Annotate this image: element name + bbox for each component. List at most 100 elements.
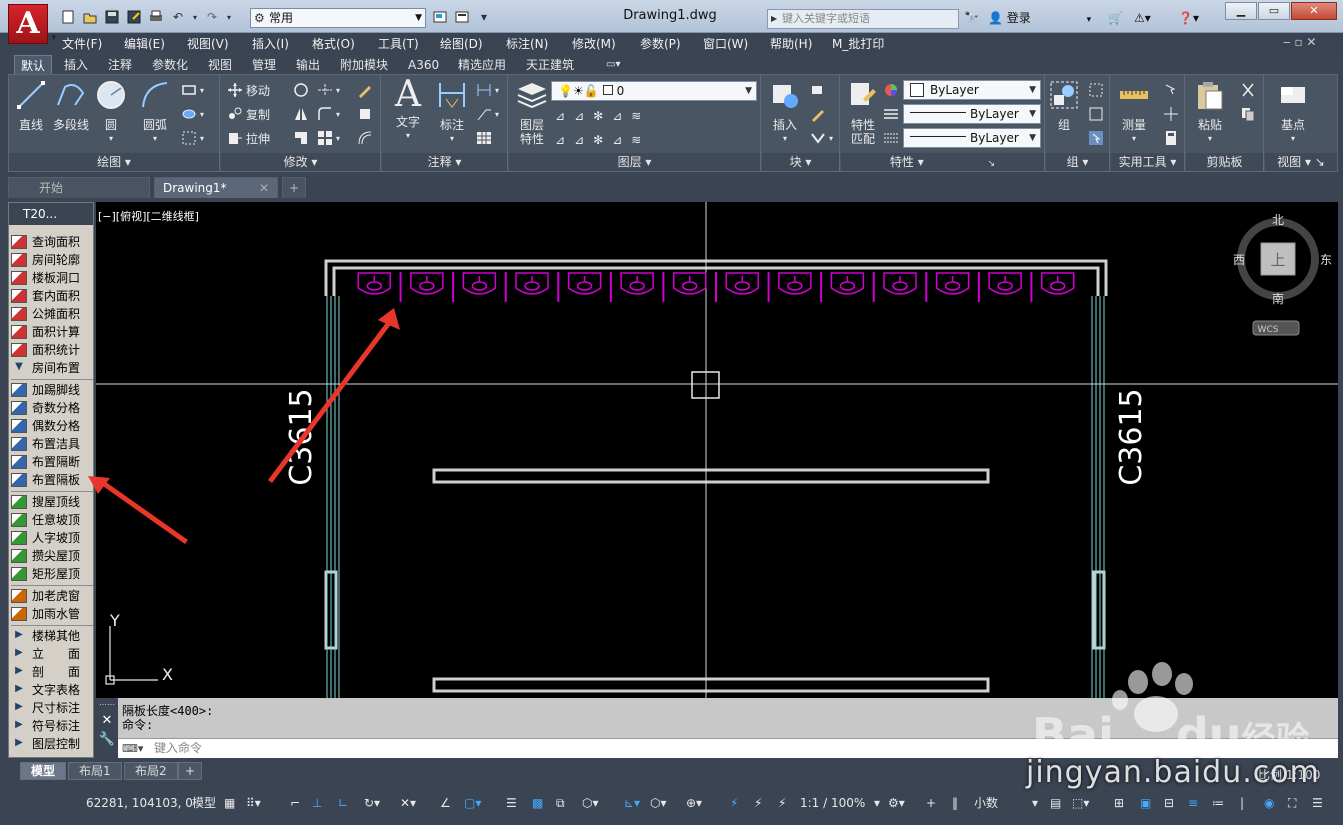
palette-item[interactable]: ▶ 楼梯其他 (11, 627, 93, 644)
panel-block-title[interactable]: 块 ▾ (762, 153, 839, 171)
line-button[interactable]: 直线 (15, 79, 47, 132)
leader-tool[interactable]: ▾ (476, 105, 499, 123)
layer-properties-button[interactable]: 图层 特性 (515, 79, 549, 146)
rectangle-tool[interactable]: ▾ (181, 81, 204, 99)
model-space-button[interactable]: 模型 (192, 794, 216, 812)
menu-modify[interactable]: 修改(M) (572, 35, 616, 52)
panel-draw-title[interactable]: 绘图 ▾ (9, 153, 219, 171)
menu-window[interactable]: 窗口(W) (703, 35, 748, 52)
application-menu-button[interactable]: A ▾ (8, 4, 56, 44)
layer-lock-icon[interactable]: ⊿ (612, 109, 622, 123)
palette-item[interactable]: 房间轮廓 (11, 251, 93, 268)
tab-drawing1[interactable]: Drawing1* ✕ (154, 177, 278, 198)
erase-tool[interactable] (357, 81, 373, 99)
save-as-icon[interactable] (124, 8, 144, 26)
menu-batch-plot[interactable]: M_批打印 (832, 35, 884, 52)
tab-default[interactable]: 默认 (14, 55, 53, 75)
stretch-button[interactable]: 拉伸 (227, 129, 270, 147)
login-button[interactable]: 👤 登录 ▾ (988, 8, 1091, 28)
palette-item[interactable]: 加老虎窗 (11, 587, 93, 604)
command-prompt-icon[interactable]: ⌨▾ (122, 740, 144, 756)
status-menu-icon[interactable]: ≔ (1212, 794, 1224, 812)
arc-button[interactable]: 圆弧 ▾ (137, 79, 173, 146)
copy-clip-tool[interactable] (1240, 105, 1256, 123)
panel-annotation-title[interactable]: 注释 ▾ (382, 153, 507, 171)
quick-properties-icon[interactable]: ▤ (1050, 794, 1061, 812)
mirror-tool[interactable] (293, 105, 309, 123)
workspace-switch-icon[interactable]: ⚙▾ (888, 794, 905, 812)
linear-dim-tool[interactable]: ▾ (476, 81, 499, 99)
create-block-tool[interactable] (810, 81, 826, 99)
color-dropdown[interactable]: ByLayer ▼ (903, 80, 1041, 100)
color-wheel-icon[interactable] (883, 81, 899, 99)
layer-freeze-icon[interactable]: ✻ (593, 109, 603, 123)
viewcube[interactable]: 上 北 南 东 西 WCS (1233, 213, 1332, 336)
palette-item[interactable]: 人字坡顶 (11, 529, 93, 546)
annotation-scale-icon[interactable]: ⚡ (778, 794, 786, 812)
palette-item[interactable]: ▶ 图层控制 (11, 735, 93, 752)
measure-button[interactable]: 测量 ▾ (1115, 79, 1153, 146)
boundary-tool[interactable]: ▾ (181, 129, 204, 147)
edit-block-tool[interactable] (810, 105, 826, 123)
rotate-tool[interactable] (293, 81, 309, 99)
lineweight-icon[interactable] (883, 129, 899, 147)
layer-on-icon[interactable]: ⊿ (555, 133, 565, 147)
polyline-button[interactable]: 多段线 (51, 79, 91, 132)
offset-tool[interactable] (357, 129, 373, 147)
isometric-icon[interactable]: ✕▾ (400, 794, 416, 812)
palette-title[interactable]: T20... (9, 203, 93, 225)
palette-item[interactable]: ▶ 文字表格 (11, 681, 93, 698)
tab-layout2[interactable]: 布局2 (124, 762, 178, 780)
palette-item[interactable]: 面积计算 (11, 323, 93, 340)
coordinate-display[interactable]: 62281, 104103, 0 (86, 794, 193, 812)
auto-scale-icon[interactable]: ⚡ (754, 794, 762, 812)
linetype-dropdown[interactable]: ByLayer ▼ (903, 104, 1041, 124)
palette-item[interactable]: 公摊面积 (11, 305, 93, 322)
customization-icon[interactable]: ≡ (1188, 794, 1198, 812)
scale-tool[interactable] (293, 129, 309, 147)
palette-item[interactable]: ▶ 立 面 (11, 645, 93, 662)
tab-annotate[interactable]: 注释 (102, 55, 138, 75)
customize-qat-icon[interactable]: ▾ (474, 8, 494, 26)
hardware-accel-icon[interactable]: ▣ (1140, 794, 1151, 812)
group-button[interactable]: 组 (1048, 79, 1080, 132)
infer-constraints-icon[interactable]: ⌐ (290, 794, 300, 812)
layer-copy-icon[interactable]: ≋ (631, 133, 641, 147)
fillet-tool[interactable]: ▾ (317, 105, 340, 123)
isolate-objects-icon[interactable]: ⊞ (1114, 794, 1124, 812)
menu-help[interactable]: 帮助(H) (770, 35, 812, 52)
menu-dimension[interactable]: 标注(N) (506, 35, 548, 52)
selection-cycling-icon[interactable]: ⧉ (556, 794, 565, 812)
lineweight-toggle-icon[interactable]: ☰ (506, 794, 517, 812)
palette-item[interactable]: 偶数分格 (11, 417, 93, 434)
transparency-icon[interactable]: ▩ (532, 794, 543, 812)
layer-thaw-icon[interactable]: ✻ (593, 133, 603, 147)
insert-block-button[interactable]: 插入 ▾ (768, 79, 802, 146)
copy-button[interactable]: 复制 (227, 105, 270, 123)
redo-icon[interactable]: ↷ (202, 8, 222, 26)
save-icon[interactable] (102, 8, 122, 26)
menu-view[interactable]: 视图(V) (187, 35, 229, 52)
tab-output[interactable]: 输出 (290, 55, 326, 75)
palette-item[interactable]: 面积统计 (11, 341, 93, 358)
add-layout-button[interactable]: + (178, 762, 203, 780)
workspace-dropdown[interactable]: ⚙ 常用 ▼ (250, 8, 426, 28)
group-edit-tool[interactable] (1088, 105, 1104, 123)
layer-isolate-icon[interactable]: ⊿ (574, 109, 584, 123)
palette-item[interactable]: 套内面积 (11, 287, 93, 304)
lineweight-dropdown[interactable]: ByLayer ▼ (903, 128, 1041, 148)
object-snap-tracking-icon[interactable]: ∠ (440, 794, 451, 812)
tab-insert[interactable]: 插入 (58, 55, 94, 75)
panel-modify-title[interactable]: 修改 ▾ (221, 153, 380, 171)
panel-groups-title[interactable]: 组 ▾ (1046, 153, 1109, 171)
palette-item[interactable]: ▶ 尺寸标注 (11, 699, 93, 716)
palette-item[interactable]: 布置隔板 (11, 471, 93, 488)
ribbon-minimize-icon[interactable]: ▭▾ (600, 55, 626, 75)
units-dropdown[interactable]: 小数 (974, 794, 998, 812)
tab-model[interactable]: 模型 (20, 762, 67, 780)
gizmo-icon[interactable]: ⊕▾ (686, 794, 702, 812)
tab-a360[interactable]: A360 (402, 55, 445, 75)
chevron-down-icon[interactable]: ▾ (1032, 794, 1038, 812)
menu-draw[interactable]: 绘图(D) (440, 35, 483, 52)
dynamic-ucs-icon[interactable]: ⊾▾ (624, 794, 640, 812)
